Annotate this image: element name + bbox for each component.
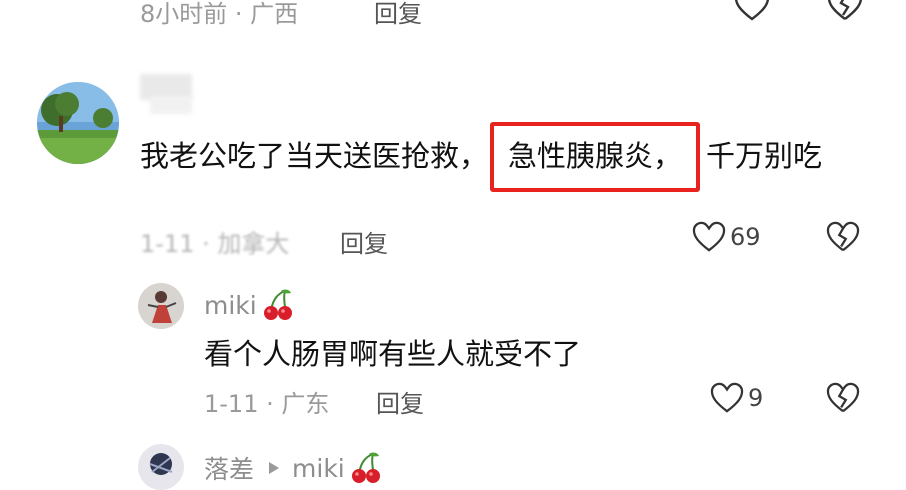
- dislike-button[interactable]: [826, 221, 860, 253]
- reply-button[interactable]: 回复: [374, 0, 422, 29]
- like-button[interactable]: 69: [692, 221, 761, 253]
- like-count: 69: [730, 223, 761, 251]
- dislike-button[interactable]: [827, 0, 863, 22]
- reply-meta: 1-11 · 广东: [204, 390, 330, 418]
- avatar-image: [138, 283, 184, 329]
- heart-icon: [734, 0, 770, 21]
- avatar[interactable]: [138, 283, 184, 329]
- avatar[interactable]: [138, 444, 184, 490]
- like-count: 9: [748, 384, 764, 412]
- cherry-icon: [351, 452, 380, 483]
- broken-heart-icon: [826, 382, 860, 413]
- username: miki: [204, 290, 257, 320]
- reply-button[interactable]: 回复: [340, 224, 388, 259]
- reply-text: 看个人肠胃啊有些人就受不了: [204, 337, 582, 371]
- reply-username[interactable]: 落差 miki: [204, 450, 383, 486]
- comment-text-part: 千万别吃: [706, 139, 823, 173]
- reply-to-username: miki: [292, 453, 345, 483]
- comment-meta: 8小时前 · 广西: [140, 0, 299, 28]
- play-arrow-icon: [269, 462, 280, 474]
- like-button[interactable]: 9: [710, 382, 763, 414]
- comment-text-part: 我老公吃了当天送医抢救，: [140, 139, 489, 173]
- broken-heart-icon: [827, 0, 863, 20]
- cherry-icon: [263, 289, 292, 320]
- avatar-image: [138, 444, 184, 490]
- like-button[interactable]: [734, 0, 770, 22]
- reply-username[interactable]: miki: [204, 288, 295, 322]
- avatar[interactable]: [37, 82, 119, 164]
- username: 落差: [204, 455, 255, 484]
- dislike-button[interactable]: [826, 382, 860, 414]
- highlighted-text: 急性胰腺炎，: [490, 122, 701, 192]
- comment-meta: 1-11 · 加拿大: [140, 230, 290, 258]
- comment-text: 我老公吃了当天送医抢救， 急性胰腺炎， 千万别吃: [140, 122, 860, 192]
- broken-heart-icon: [826, 221, 860, 252]
- avatar-image: [37, 82, 119, 164]
- masked-username-extra: [150, 96, 192, 114]
- heart-icon: [710, 382, 744, 413]
- heart-icon: [692, 221, 726, 252]
- reply-button[interactable]: 回复: [376, 384, 424, 419]
